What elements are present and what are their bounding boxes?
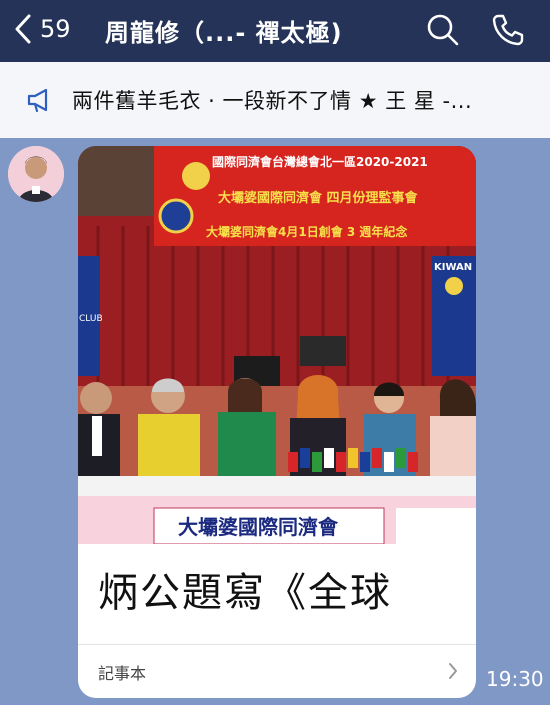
message-timestamp: 19:30 xyxy=(486,667,544,691)
event-photo: 國際同濟會台灣總會北一區2020-2021 大壩婆國際同濟會 四月份理監事會 大… xyxy=(78,146,476,544)
call-button[interactable] xyxy=(488,10,528,50)
announcement-text: 兩件舊羊毛衣 · 一段新不了情 ★ 王 星 -... xyxy=(72,89,473,113)
table-banner: 大壩婆國際同濟會 xyxy=(178,515,339,539)
chat-title[interactable]: 周龍修（...- 禪太極) xyxy=(105,13,343,48)
announcement-bar[interactable]: 兩件舊羊毛衣 · 一段新不了情 ★ 王 星 -... xyxy=(0,62,550,138)
card-title: 炳公題寫《全球 xyxy=(98,570,392,616)
banner-line-1: 國際同濟會台灣總會北一區2020-2021 xyxy=(212,154,428,169)
top-bar: 59 周龍修（...- 禪太極) xyxy=(0,0,550,62)
event-photo-scene: 國際同濟會台灣總會北一區2020-2021 大壩婆國際同濟會 四月份理監事會 大… xyxy=(78,146,476,544)
megaphone-icon xyxy=(27,88,48,113)
kiwanis-label: KIWAN xyxy=(434,262,472,273)
club-label: CLUB xyxy=(79,314,103,324)
banner-line-3: 大壩婆同濟會4月1日創會 3 週年紀念 xyxy=(206,224,407,239)
search-button[interactable] xyxy=(423,10,463,50)
phone-icon xyxy=(492,14,524,46)
avatar-image xyxy=(8,146,64,202)
footer-label: 記事本 xyxy=(98,664,147,683)
chevron-right-icon xyxy=(449,663,457,679)
avatar[interactable] xyxy=(8,146,64,202)
unread-count: 59 xyxy=(40,15,71,43)
search-icon xyxy=(427,14,459,46)
note-card[interactable]: 國際同濟會台灣總會北一區2020-2021 大壩婆國際同濟會 四月份理監事會 大… xyxy=(78,146,476,698)
back-button[interactable]: 59 xyxy=(14,6,94,52)
banner-line-2: 大壩婆國際同濟會 四月份理監事會 xyxy=(218,190,419,206)
card-footer[interactable]: 記事本 xyxy=(78,644,476,698)
chevron-left-icon xyxy=(15,14,31,44)
